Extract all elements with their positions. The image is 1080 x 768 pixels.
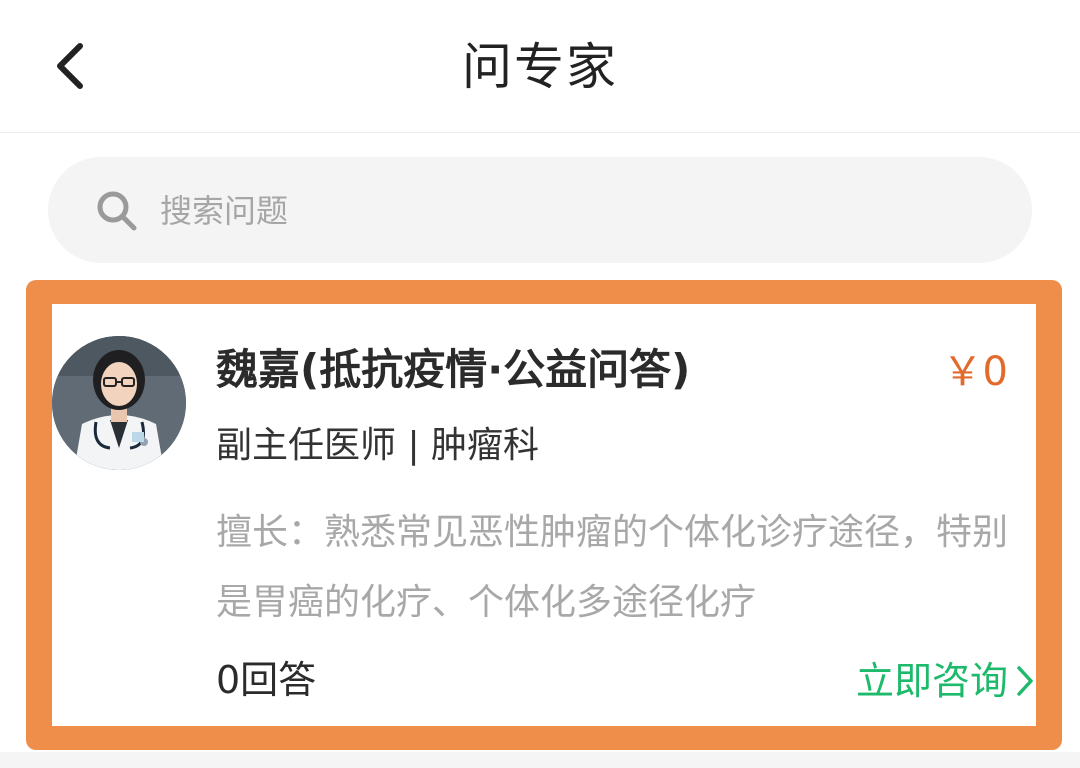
doctor-avatar <box>52 336 186 470</box>
consult-now-label: 立即咨询 <box>855 659 1008 703</box>
doctor-expertise: 擅长：熟悉常见恶性肿瘤的个体化诊疗途径，特别是胃癌的化疗、个体化多途径化疗 <box>216 512 1009 623</box>
page-title: 问专家 <box>462 38 618 96</box>
list-divider <box>0 752 1080 768</box>
top-bar: 问专家 <box>0 0 1080 133</box>
chevron-right-icon <box>1017 666 1033 696</box>
doctor-title-department: 副主任医师 | 肿瘤科 <box>216 425 540 466</box>
search-input[interactable] <box>160 186 860 236</box>
answer-count: 0回答 <box>216 658 317 702</box>
consult-now-button[interactable]: 立即咨询 <box>856 654 1036 708</box>
doctor-name: 魏嘉(抵抗疫情·公益问答) <box>216 345 691 394</box>
search-icon <box>97 191 137 231</box>
consult-price: ￥0 <box>942 349 1008 395</box>
